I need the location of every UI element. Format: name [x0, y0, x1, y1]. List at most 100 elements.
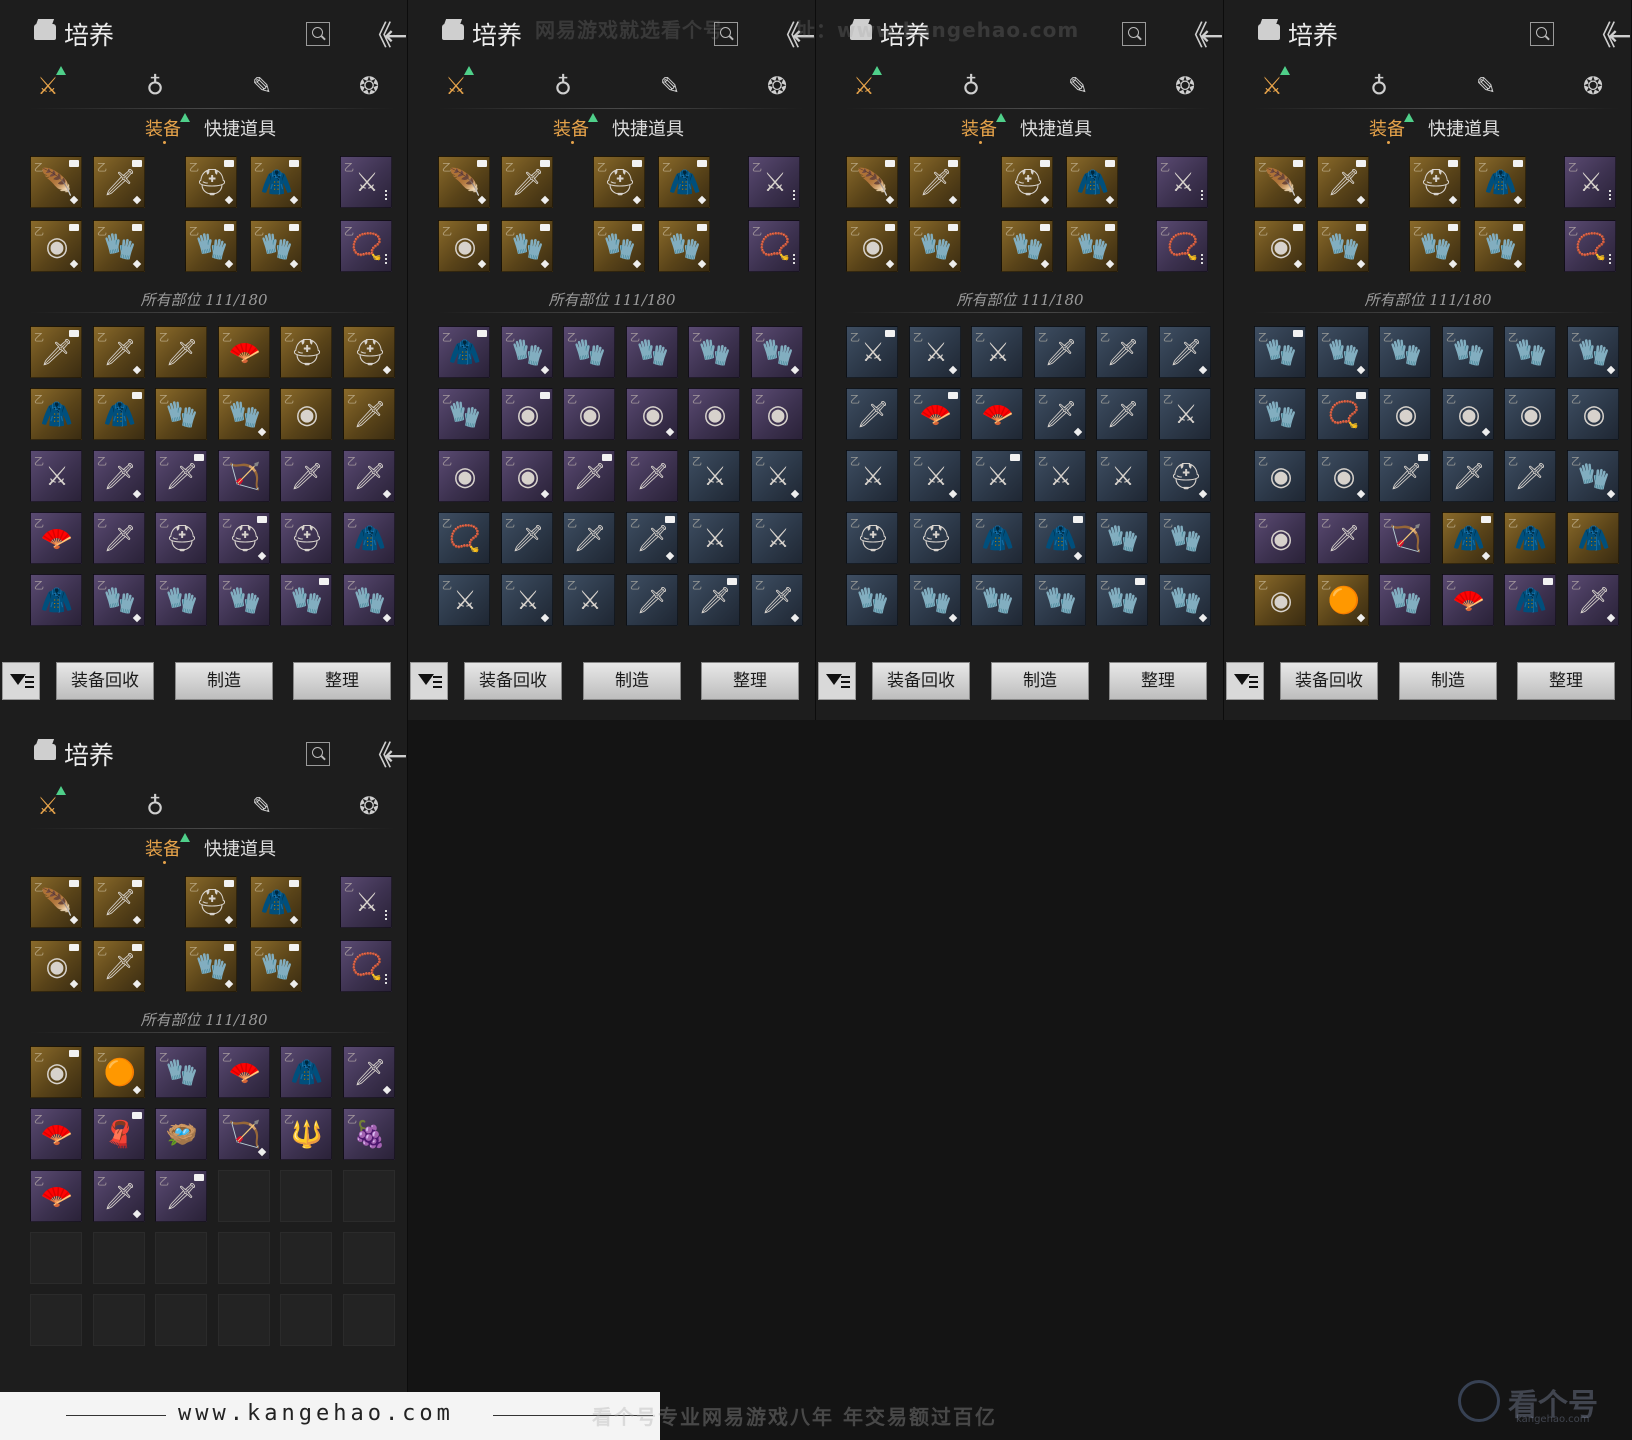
equipped-slot[interactable]: 乙 ◉	[30, 220, 82, 272]
equipped-slot[interactable]: 乙 ⚔	[748, 156, 800, 208]
inventory-slot[interactable]: 乙 🧤	[1379, 574, 1431, 626]
inventory-slot[interactable]: 乙 🗡	[1034, 326, 1086, 378]
inventory-slot[interactable]: 乙 🗡	[93, 512, 145, 564]
inventory-slot[interactable]: 乙 🪭	[218, 1046, 270, 1098]
inventory-slot[interactable]: 乙 🧤	[501, 326, 553, 378]
equipped-slot[interactable]: 乙 🧤	[185, 940, 237, 992]
sort-button[interactable]: 整理	[1109, 662, 1207, 700]
inventory-slot[interactable]: 乙 🧤	[1567, 326, 1619, 378]
inventory-slot[interactable]: 乙 🧤	[280, 574, 332, 626]
inventory-slot[interactable]: 乙 🪭	[30, 1170, 82, 1222]
inventory-slot[interactable]: 乙 🧤	[1096, 512, 1148, 564]
equipped-slot[interactable]: 乙 ⚔	[340, 156, 392, 208]
inventory-slot[interactable]: 乙 ⚔	[751, 450, 803, 502]
inventory-slot[interactable]: 乙 🧤	[155, 1046, 207, 1098]
equipped-slot[interactable]: 乙 📿	[748, 220, 800, 272]
tab-equipment[interactable]: 装备	[553, 115, 589, 141]
inventory-slot[interactable]: 乙 🧤	[1567, 450, 1619, 502]
inventory-slot[interactable]: 乙 🗡	[1442, 450, 1494, 502]
inventory-slot[interactable]: 乙 ◉	[626, 388, 678, 440]
tab-quick-items[interactable]: 快捷道具	[612, 115, 684, 141]
equipped-slot[interactable]: 乙 🗡	[93, 876, 145, 928]
tab-equipment[interactable]: 装备	[145, 835, 181, 861]
inventory-slot[interactable]: 乙 🧤	[1379, 326, 1431, 378]
search-icon[interactable]	[306, 742, 330, 766]
scroll-icon[interactable]: ✎	[244, 68, 280, 104]
inventory-slot[interactable]: 乙 🪭	[971, 388, 1023, 440]
equipped-slot[interactable]: 乙 🧤	[250, 940, 302, 992]
recycle-button[interactable]: 装备回收	[872, 662, 970, 700]
inventory-slot[interactable]: 乙 🗡	[93, 326, 145, 378]
inventory-slot[interactable]: 乙 ⛑	[343, 326, 395, 378]
inventory-slot[interactable]: 乙 ◉	[1254, 574, 1306, 626]
inventory-slot[interactable]: 乙 🧥	[343, 512, 395, 564]
inventory-slot[interactable]: 乙 ⚔	[909, 450, 961, 502]
equipped-slot[interactable]: 乙 🪶	[438, 156, 490, 208]
inventory-slot[interactable]: 乙 ⛑	[909, 512, 961, 564]
inventory-slot[interactable]: 乙 🗡	[846, 388, 898, 440]
inventory-slot[interactable]: 乙 🗡	[563, 450, 615, 502]
equipped-slot[interactable]: 乙 🗡	[93, 940, 145, 992]
inventory-slot[interactable]: 乙 🧤	[909, 574, 961, 626]
weapon-icon[interactable]: ⚔	[846, 66, 882, 104]
inventory-slot[interactable]: 乙 🗡	[93, 450, 145, 502]
inventory-slot[interactable]: 乙 🗡	[93, 1170, 145, 1222]
back-arrow-icon[interactable]: 《←	[1180, 14, 1223, 54]
tab-quick-items[interactable]: 快捷道具	[1428, 115, 1500, 141]
inventory-slot[interactable]: 乙 🧤	[218, 388, 270, 440]
token-icon[interactable]: ❂	[759, 68, 795, 104]
equipped-slot[interactable]: 乙 📿	[340, 940, 392, 992]
back-arrow-icon[interactable]: 《←	[1588, 14, 1631, 54]
equipped-slot[interactable]: 乙 🧥	[250, 876, 302, 928]
inventory-slot[interactable]: 乙 ⛑	[280, 326, 332, 378]
filter-icon[interactable]	[2, 662, 40, 700]
inventory-slot[interactable]: 乙 ⚔	[688, 512, 740, 564]
recycle-button[interactable]: 装备回收	[56, 662, 154, 700]
equipped-slot[interactable]: 乙 🗡	[501, 156, 553, 208]
inventory-slot[interactable]: 乙 ◉	[280, 388, 332, 440]
inventory-slot[interactable]: 乙 🧤	[218, 574, 270, 626]
tab-quick-items[interactable]: 快捷道具	[204, 835, 276, 861]
scroll-icon[interactable]: ✎	[652, 68, 688, 104]
weapon-icon[interactable]: ⚔	[438, 66, 474, 104]
inventory-slot[interactable]: 乙 🧥	[93, 388, 145, 440]
inventory-slot[interactable]: 乙 ◉	[1254, 450, 1306, 502]
inventory-slot[interactable]: 乙 🧥	[438, 326, 490, 378]
sort-button[interactable]: 整理	[701, 662, 799, 700]
equipped-slot[interactable]: 乙 🗡	[93, 156, 145, 208]
inventory-slot[interactable]: 乙 🧥	[30, 388, 82, 440]
inventory-slot[interactable]: 乙 🗡	[1504, 450, 1556, 502]
inventory-slot[interactable]: 乙 ⚔	[971, 450, 1023, 502]
inventory-slot[interactable]: 乙 ◉	[688, 388, 740, 440]
weapon-icon[interactable]: ⚔	[30, 66, 66, 104]
tab-quick-items[interactable]: 快捷道具	[204, 115, 276, 141]
inventory-slot[interactable]: 乙 ◉	[1442, 388, 1494, 440]
inventory-slot[interactable]: 乙 🧤	[1317, 326, 1369, 378]
equipped-slot[interactable]: 乙 ⚔	[1156, 156, 1208, 208]
inventory-slot[interactable]: 乙 🗡	[1159, 326, 1211, 378]
inventory-slot[interactable]: 乙 ◉	[1504, 388, 1556, 440]
equipped-slot[interactable]: 乙 🧥	[658, 156, 710, 208]
inventory-slot[interactable]: 乙 ◉	[1379, 388, 1431, 440]
equipped-slot[interactable]: 乙 🧤	[501, 220, 553, 272]
equipped-slot[interactable]: 乙 ⚔	[340, 876, 392, 928]
equipped-slot[interactable]: 乙 ◉	[1254, 220, 1306, 272]
inventory-slot[interactable]: 乙 ⛑	[218, 512, 270, 564]
inventory-slot[interactable]: 乙 🗡	[1567, 574, 1619, 626]
inventory-slot[interactable]: 乙 🧤	[1096, 574, 1148, 626]
search-icon[interactable]	[306, 22, 330, 46]
inventory-slot[interactable]: 乙 🗡	[155, 450, 207, 502]
inventory-slot[interactable]: 乙 🔱	[280, 1108, 332, 1160]
inventory-slot[interactable]: 乙 🏹	[218, 1108, 270, 1160]
inventory-slot[interactable]: 乙 ◉	[1567, 388, 1619, 440]
inventory-slot[interactable]: 乙 🗡	[1317, 512, 1369, 564]
search-icon[interactable]	[1122, 22, 1146, 46]
inventory-slot[interactable]: 乙 ⚔	[1034, 450, 1086, 502]
inventory-slot[interactable]: 乙 🗡	[1096, 326, 1148, 378]
inventory-slot[interactable]: 乙 ◉	[438, 450, 490, 502]
scroll-icon[interactable]: ✎	[1060, 68, 1096, 104]
equipped-slot[interactable]: 乙 ◉	[846, 220, 898, 272]
inventory-slot[interactable]: 乙 🗡	[626, 450, 678, 502]
equipped-slot[interactable]: 乙 🧥	[250, 156, 302, 208]
weapon-icon[interactable]: ⚔	[1254, 66, 1290, 104]
